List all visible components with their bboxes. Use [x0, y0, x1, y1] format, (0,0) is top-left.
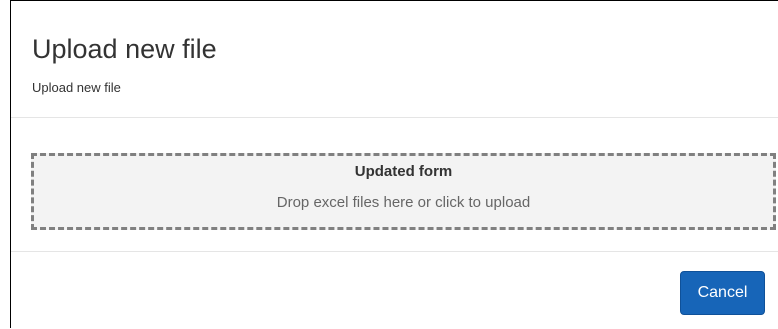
modal-subtitle: Upload new file: [32, 80, 121, 95]
modal-header: Upload new file Upload new file: [11, 1, 778, 118]
modal-body: Updated form Drop excel files here or cl…: [11, 118, 778, 252]
file-dropzone[interactable]: Updated form Drop excel files here or cl…: [31, 153, 776, 230]
modal-title: Upload new file: [32, 34, 217, 64]
dropzone-hint: Drop excel files here or click to upload: [276, 194, 531, 211]
modal-footer: Cancel: [11, 252, 778, 329]
upload-modal: Upload new file Upload new file Updated …: [10, 0, 778, 328]
cancel-button[interactable]: Cancel: [680, 271, 765, 315]
dropzone-title: Updated form: [354, 163, 453, 180]
